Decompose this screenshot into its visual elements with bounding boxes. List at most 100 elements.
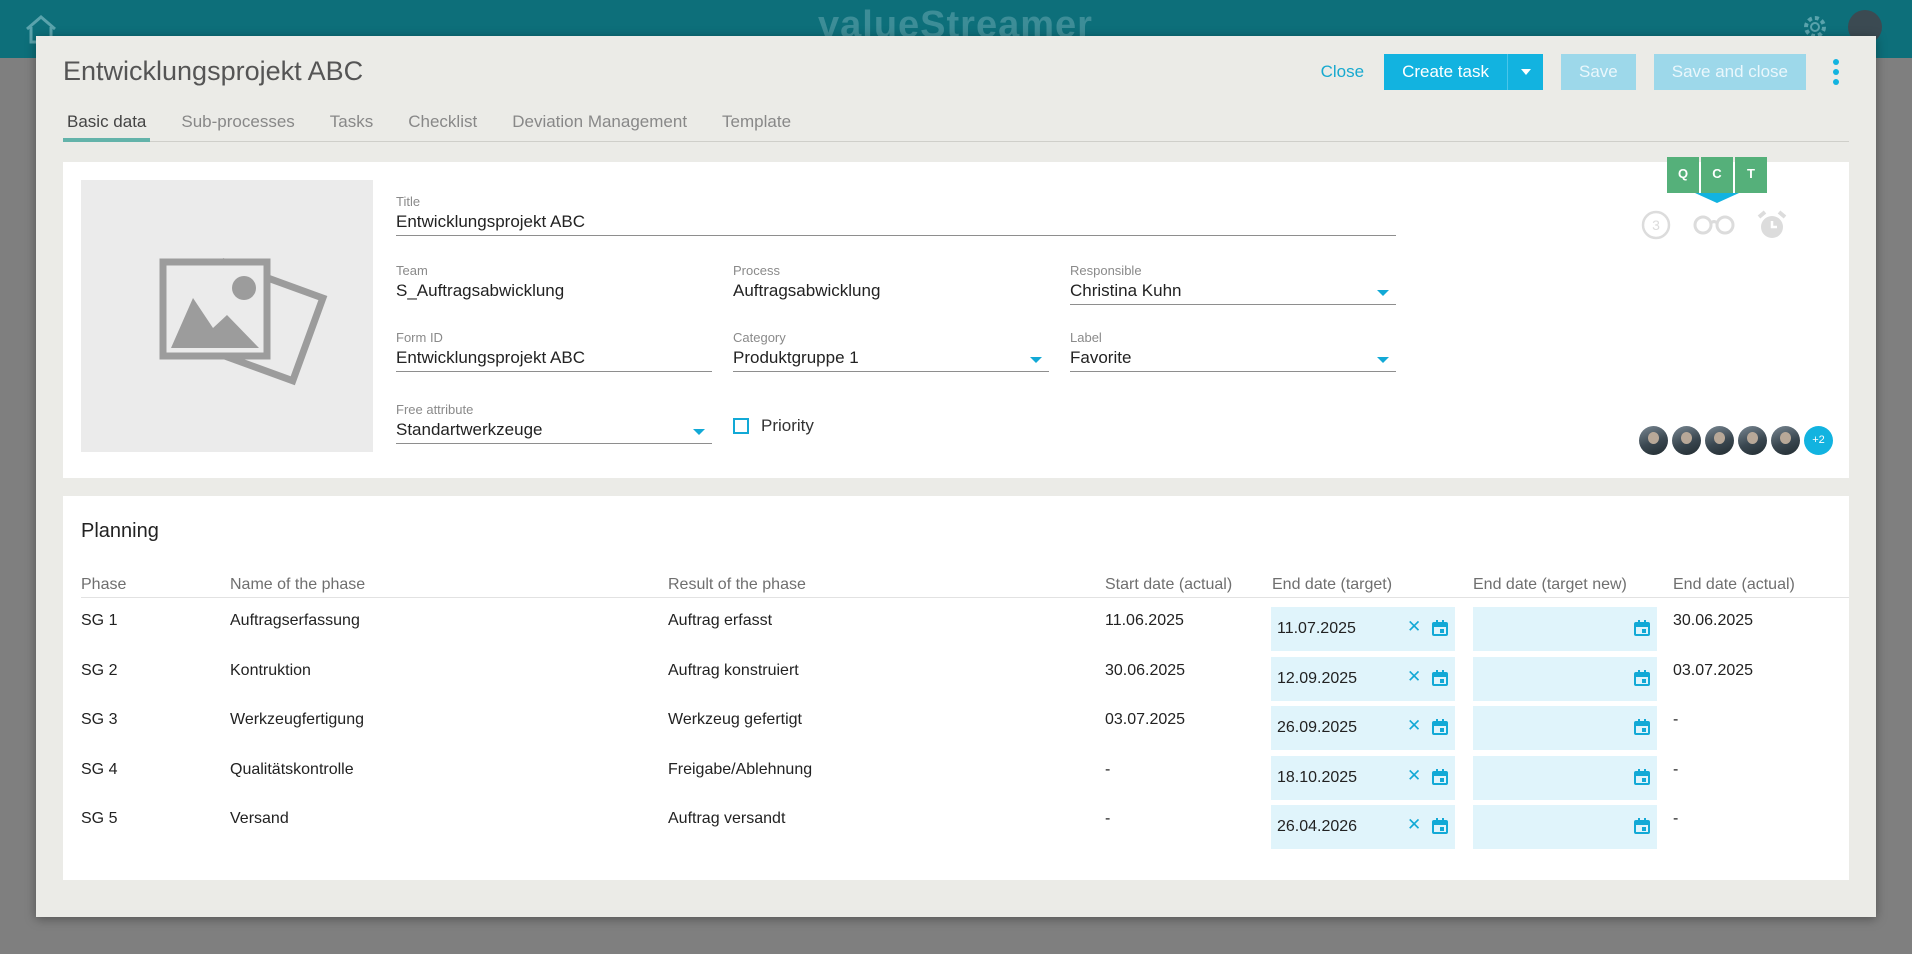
phase-name-cell: Auftragserfassung [230, 612, 360, 629]
clear-icon[interactable]: ✕ [1407, 667, 1421, 687]
calendar-icon[interactable] [1432, 768, 1448, 785]
calendar-icon[interactable] [1634, 669, 1650, 686]
free-attribute-value: Standartwerkzeuge [396, 420, 543, 439]
tab-template[interactable]: Template [718, 112, 795, 142]
end-date-actual-cell: - [1673, 760, 1679, 778]
modal-title: Entwicklungsprojekt ABC [63, 56, 364, 86]
tab-deviation-management[interactable]: Deviation Management [508, 112, 691, 142]
responsible-field: Responsible Christina Kuhn [1070, 263, 1396, 305]
qct-c-badge[interactable]: C [1701, 157, 1733, 193]
end-date-target-picker[interactable]: 26.09.2025 ✕ [1271, 706, 1455, 750]
col-header-end-target-new: End date (target new) [1473, 576, 1627, 593]
avatar[interactable] [1672, 426, 1701, 455]
calendar-icon[interactable] [1432, 818, 1448, 834]
end-date-target-picker[interactable]: 26.04.2026 ✕ [1271, 805, 1455, 849]
calendar-icon[interactable] [1634, 719, 1650, 735]
end-date-target-new-picker[interactable] [1473, 656, 1657, 701]
end-date-actual-cell: 30.06.2025 [1673, 612, 1754, 629]
avatar[interactable] [1705, 426, 1734, 455]
calendar-icon[interactable] [1432, 719, 1448, 735]
end-date-target-new-picker[interactable] [1473, 805, 1657, 849]
end-date-target-picker[interactable]: 18.10.2025 ✕ [1271, 755, 1455, 800]
col-header-end-target: End date (target) [1272, 576, 1393, 593]
process-modal: Entwicklungsprojekt ABC Close Create tas… [36, 36, 1876, 917]
participant-avatars: +2 [1639, 426, 1833, 455]
calendar-icon[interactable] [1634, 818, 1650, 834]
phase-name-cell: Qualitätskontrolle [230, 760, 354, 778]
calendar-icon[interactable] [1432, 620, 1448, 636]
start-date-actual-cell: 11.06.2025 [1105, 612, 1184, 629]
more-options-icon[interactable] [1826, 54, 1846, 90]
end-date-target-new-picker[interactable] [1473, 755, 1657, 800]
phase-name-cell: Werkzeugfertigung [230, 711, 364, 728]
category-field: Category Produktgruppe 1 [733, 330, 1049, 372]
end-date-target-value: 26.09.2025 [1277, 719, 1358, 736]
phase-cell: SG 4 [81, 760, 118, 778]
tab-sub-processes[interactable]: Sub-processes [177, 112, 298, 142]
free-attribute-label: Free attribute [396, 402, 474, 417]
col-header-end-actual: End date (actual) [1673, 576, 1795, 593]
responsible-value: Christina Kuhn [1070, 281, 1182, 300]
calendar-icon[interactable] [1634, 620, 1650, 636]
calendar-icon[interactable] [1634, 768, 1650, 785]
clear-icon[interactable]: ✕ [1407, 766, 1421, 786]
glasses-icon[interactable] [1692, 212, 1736, 238]
end-date-target-new-picker[interactable] [1473, 706, 1657, 750]
priority-checkbox[interactable]: Priority [733, 416, 814, 436]
avatar[interactable] [1738, 426, 1767, 455]
status-counter: 3 [1652, 217, 1660, 233]
clear-icon[interactable]: ✕ [1407, 815, 1421, 835]
end-date-target-picker[interactable]: 12.09.2025 ✕ [1271, 656, 1455, 701]
label-field: Label Favorite [1070, 330, 1396, 372]
title-input[interactable]: Entwicklungsprojekt ABC [396, 210, 1396, 236]
header-actions: Close Create task Save Save and close [1321, 54, 1846, 90]
label-select[interactable]: Favorite [1070, 346, 1396, 372]
tab-tasks[interactable]: Tasks [326, 112, 377, 142]
responsible-select[interactable]: Christina Kuhn [1070, 279, 1396, 305]
qct-q-badge[interactable]: Q [1667, 157, 1699, 193]
save-and-close-button[interactable]: Save and close [1653, 54, 1806, 90]
start-date-actual-cell: 30.06.2025 [1105, 661, 1186, 679]
free-attribute-select[interactable]: Standartwerkzeuge [396, 418, 712, 444]
checkbox-box[interactable] [733, 418, 749, 434]
responsible-label: Responsible [1070, 263, 1142, 278]
alarm-clock-icon[interactable] [1756, 209, 1788, 241]
close-link[interactable]: Close [1321, 62, 1364, 82]
qct-t-badge[interactable]: T [1735, 157, 1767, 193]
form-id-input[interactable]: Entwicklungsprojekt ABC [396, 346, 712, 372]
end-date-target-value: 18.10.2025 [1277, 768, 1358, 786]
create-task-dropdown-button[interactable] [1507, 54, 1543, 90]
phase-name-cell: Versand [230, 810, 289, 827]
image-placeholder[interactable] [81, 180, 373, 452]
create-task-button[interactable]: Create task [1384, 54, 1507, 90]
col-header-result: Result of the phase [668, 576, 806, 593]
clear-icon[interactable]: ✕ [1407, 716, 1421, 736]
tab-basic-data[interactable]: Basic data [63, 112, 151, 142]
end-date-target-picker[interactable]: 11.07.2025 ✕ [1271, 607, 1455, 651]
more-avatars-badge[interactable]: +2 [1804, 426, 1833, 455]
end-date-target-value: 11.07.2025 [1277, 620, 1356, 637]
tab-checklist[interactable]: Checklist [404, 112, 481, 142]
free-attribute-field: Free attribute Standartwerkzeuge [396, 402, 712, 444]
avatar[interactable] [1771, 426, 1800, 455]
team-field: Team S_Auftragsabwicklung [396, 263, 712, 305]
category-select[interactable]: Produktgruppe 1 [733, 346, 1049, 372]
priority-label: Priority [761, 416, 814, 435]
label-value: Favorite [1070, 348, 1132, 367]
end-date-target-new-picker[interactable] [1473, 607, 1657, 651]
label-label: Label [1070, 330, 1102, 345]
save-button[interactable]: Save [1561, 54, 1636, 90]
avatar[interactable] [1639, 426, 1668, 455]
clear-icon[interactable]: ✕ [1407, 617, 1421, 637]
team-value: S_Auftragsabwicklung [396, 281, 565, 300]
start-date-actual-cell: - [1105, 810, 1111, 827]
col-header-phase: Phase [81, 576, 127, 593]
qct-indicators: Q C T [1667, 157, 1769, 193]
phase-result-cell: Auftrag erfasst [668, 612, 773, 629]
counter-3-icon[interactable]: 3 [1640, 209, 1672, 241]
end-date-actual-cell: - [1673, 810, 1679, 827]
chevron-down-icon [1030, 357, 1042, 363]
category-value: Produktgruppe 1 [733, 348, 859, 367]
team-label: Team [396, 263, 428, 278]
calendar-icon[interactable] [1432, 669, 1448, 686]
